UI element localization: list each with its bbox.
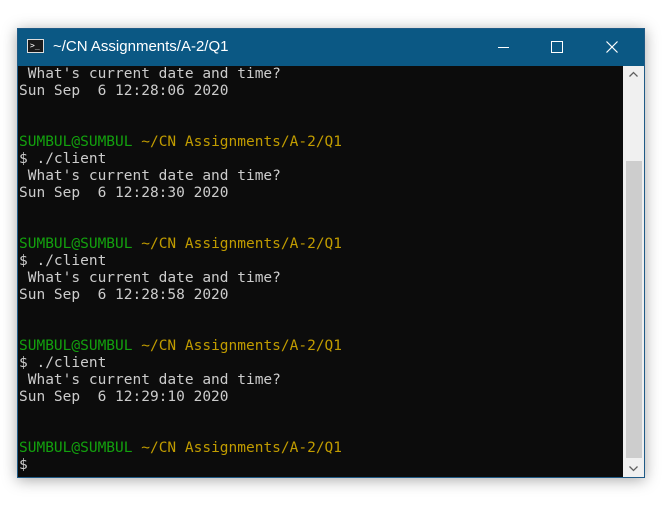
prompt-user-host: SUMBUL@SUMBUL — [19, 134, 133, 150]
minimize-button[interactable] — [474, 29, 532, 66]
terminal-line: What's current date and time? — [19, 66, 281, 82]
terminal-app-icon[interactable]: >_ — [27, 39, 44, 53]
terminal-line: Sun Sep 6 12:28:06 2020 — [19, 83, 229, 99]
terminal-line: $ ./client — [19, 151, 107, 167]
prompt-user-host: SUMBUL@SUMBUL — [19, 236, 133, 252]
terminal-line: What's current date and time? — [19, 270, 281, 286]
scroll-down-button[interactable] — [623, 460, 644, 477]
scroll-up-button[interactable] — [623, 66, 644, 83]
scroll-down-arrow-icon — [629, 466, 638, 472]
title-bar[interactable]: >_ ~/CN Assignments/A-2/Q1 — [18, 29, 644, 66]
prompt-path: ~/CN Assignments/A-2/Q1 — [132, 236, 343, 252]
terminal-line: $ ./client — [19, 355, 107, 371]
close-icon — [606, 41, 618, 53]
maximize-icon — [551, 41, 563, 53]
window-title: ~/CN Assignments/A-2/Q1 — [53, 38, 229, 55]
terminal-line: Sun Sep 6 12:28:30 2020 — [19, 185, 229, 201]
vertical-scrollbar[interactable] — [623, 66, 644, 477]
terminal-line: Sun Sep 6 12:28:58 2020 — [19, 287, 229, 303]
prompt-path: ~/CN Assignments/A-2/Q1 — [132, 134, 343, 150]
prompt-line: SUMBUL@SUMBUL ~/CN Assignments/A-2/Q1 — [19, 236, 342, 253]
terminal-output[interactable]: What's current date and time? Sun Sep 6 1… — [19, 66, 623, 477]
prompt-path: ~/CN Assignments/A-2/Q1 — [132, 440, 343, 456]
scroll-up-arrow-icon — [629, 71, 638, 77]
prompt-path: ~/CN Assignments/A-2/Q1 — [132, 338, 343, 354]
terminal-line: Sun Sep 6 12:29:10 2020 — [19, 389, 229, 405]
terminal-line: $ — [19, 457, 28, 473]
prompt-line: SUMBUL@SUMBUL ~/CN Assignments/A-2/Q1 — [19, 338, 342, 355]
scrollbar-thumb[interactable] — [626, 161, 642, 458]
close-button[interactable] — [582, 29, 640, 66]
maximize-button[interactable] — [528, 29, 586, 66]
terminal-line: What's current date and time? — [19, 168, 281, 184]
prompt-line: SUMBUL@SUMBUL ~/CN Assignments/A-2/Q1 — [19, 134, 342, 151]
terminal-line: $ ./client — [19, 253, 107, 269]
terminal-line: What's current date and time? — [19, 372, 281, 388]
prompt-user-host: SUMBUL@SUMBUL — [19, 440, 133, 456]
minimize-icon — [498, 47, 509, 48]
terminal-window: >_ ~/CN Assignments/A-2/Q1 What's curren… — [17, 28, 645, 478]
prompt-line: SUMBUL@SUMBUL ~/CN Assignments/A-2/Q1 — [19, 440, 342, 457]
prompt-user-host: SUMBUL@SUMBUL — [19, 338, 133, 354]
